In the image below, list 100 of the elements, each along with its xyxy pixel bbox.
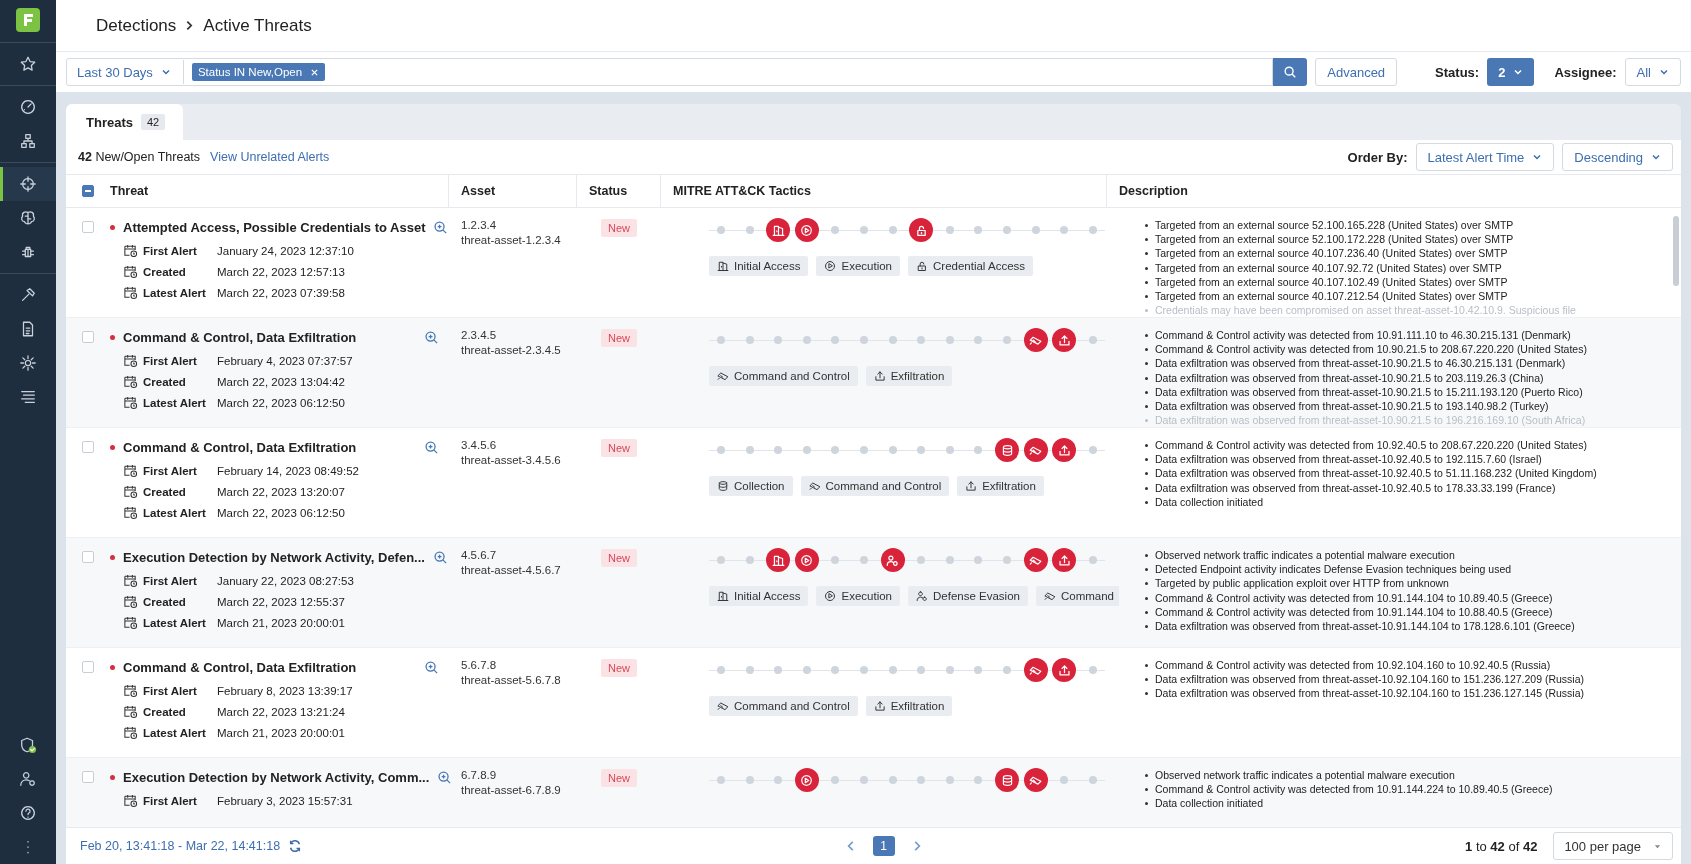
time-range: Feb 20, 13:41:18 - Mar 22, 14:41:18: [80, 839, 281, 853]
date-range-dropdown[interactable]: Last 30 Days: [77, 60, 184, 84]
date-label: First Alert: [143, 464, 198, 477]
asset-name: threat-asset-3.4.5.6: [461, 453, 562, 468]
page-size-dropdown[interactable]: 100 per page: [1553, 832, 1673, 860]
date-label: Created: [143, 595, 187, 608]
description-item: Targeted from an external source 40.107.102.49 (United States) over SMTP: [1143, 274, 1663, 289]
threats-tab[interactable]: Threats 42: [66, 104, 184, 140]
description-item: Data exfiltration was observed from threat-asset-10.91.144.104 to 178.128.6.101 (Greece): [1143, 619, 1663, 634]
breadcrumb-link[interactable]: Detections: [96, 15, 177, 36]
filter-field[interactable]: Last 30 Days Status IN New,Open: [66, 58, 1274, 86]
calendar-clock-icon: [123, 395, 138, 410]
threat-title[interactable]: Execution Detection by Network Activity, Comm...: [123, 769, 430, 785]
status-label: Status:: [1435, 64, 1480, 80]
asset-ip: 5.6.7.8: [461, 658, 498, 673]
severity-dot: [110, 774, 115, 780]
chevron-down-icon: [1513, 67, 1524, 77]
calendar-clock-icon: [123, 793, 138, 808]
status-badge: New: [601, 219, 637, 237]
search-button[interactable]: [1273, 58, 1308, 86]
date-label: First Alert: [143, 574, 198, 587]
row-checkbox[interactable]: [82, 551, 94, 563]
date-label: Latest Alert: [143, 286, 207, 299]
date-value: March 22, 2023 13:21:24: [217, 705, 345, 718]
threat-title[interactable]: Execution Detection by Network Activity, Defen...: [123, 549, 425, 565]
assignee-dropdown[interactable]: All: [1624, 58, 1681, 86]
command-and-control-icon: [1043, 590, 1056, 602]
date-label: First Alert: [143, 244, 198, 257]
tactic-tag: Exfiltration: [865, 366, 953, 386]
zoom-in-icon[interactable]: [424, 329, 439, 345]
chevron-down-icon: [160, 67, 171, 77]
description-item: Observed network traffic indicates a potential malware execution: [1143, 768, 1663, 783]
status-dropdown[interactable]: 2: [1487, 58, 1535, 86]
date-value: January 22, 2023 08:27:53: [217, 574, 354, 587]
description-item: Observed network traffic indicates a potential malware execution: [1143, 548, 1663, 563]
close-icon[interactable]: [310, 67, 320, 77]
asset-ip: 3.4.5.6: [461, 438, 498, 453]
tactic-tag: Command and Control: [709, 366, 858, 386]
initial-access-icon: [717, 260, 729, 272]
description-item: Targeted from an external source 40.107.236.40 (United States) over SMTP: [1143, 246, 1663, 261]
crosshair-icon[interactable]: [0, 167, 56, 201]
tactic-tag: Collection: [709, 476, 793, 496]
calendar-clock-icon: [123, 594, 138, 609]
description-item: Command & Control activity was detected from 10.92.40.5 to 208.67.220.220 (United States): [1143, 438, 1663, 453]
zoom-in-icon[interactable]: [432, 549, 448, 565]
zoom-in-icon[interactable]: [437, 769, 453, 785]
calendar-clock-icon: [123, 374, 138, 389]
unrelated-alerts-link[interactable]: View Unrelated Alerts: [210, 150, 330, 164]
threat-title[interactable]: Attempted Access, Possible Credentials to Asset: [123, 219, 426, 235]
execution-icon: [824, 260, 837, 272]
column-header: MITRE ATT&CK Tactics: [661, 175, 1107, 207]
row-checkbox[interactable]: [82, 661, 94, 673]
refresh-icon[interactable]: [288, 839, 303, 853]
sort-field-dropdown[interactable]: Latest Alert Time: [1415, 143, 1555, 171]
advanced-button[interactable]: Advanced: [1315, 58, 1398, 86]
scrollbar[interactable]: [1673, 216, 1679, 286]
threat-title[interactable]: Command & Control, Data Exfiltration: [123, 659, 416, 675]
logo-icon[interactable]: [16, 8, 40, 32]
description-item: Detected Endpoint activity indicates Defense Evasion techniques being used: [1143, 562, 1663, 577]
zoom-in-icon[interactable]: [433, 219, 449, 235]
tactic-tag: Execution: [816, 256, 900, 276]
description-item: Data exfiltration was observed from threat-asset-10.92.104.160 to 151.236.127.145 (Russia): [1143, 686, 1663, 701]
status-badge: New: [601, 439, 637, 457]
date-label: Latest Alert: [143, 506, 207, 519]
calendar-clock-icon: [123, 725, 138, 740]
date-value: March 21, 2023 20:00:01: [217, 726, 345, 739]
status-badge: New: [601, 549, 637, 567]
initial-access-icon: [717, 590, 729, 602]
asset-name: threat-asset-6.7.8.9: [461, 783, 562, 798]
select-all-checkbox[interactable]: [82, 185, 94, 197]
date-label: Latest Alert: [143, 726, 207, 739]
severity-dot: [110, 444, 115, 450]
chevron-down-icon: [1659, 67, 1669, 77]
assignee-label: Assignee:: [1554, 64, 1617, 80]
filter-chip[interactable]: Status IN New,Open: [191, 63, 326, 81]
page-button[interactable]: 1: [872, 836, 895, 856]
row-checkbox[interactable]: [82, 331, 94, 343]
threat-title[interactable]: Command & Control, Data Exfiltration: [123, 329, 416, 345]
chevron-down-icon: [1532, 152, 1543, 162]
asset-name: threat-asset-4.5.6.7: [461, 563, 562, 578]
date-value: February 4, 2023 07:37:57: [217, 354, 353, 367]
row-checkbox[interactable]: [82, 771, 94, 783]
date-value: January 24, 2023 12:37:10: [217, 244, 354, 257]
sort-direction-dropdown[interactable]: Descending: [1562, 143, 1673, 171]
tactic-tag: Initial Access: [709, 586, 809, 606]
row-checkbox[interactable]: [82, 221, 94, 233]
severity-dot: [110, 334, 115, 340]
asset-ip: 4.5.6.7: [461, 548, 498, 563]
command-and-control-icon: [717, 370, 729, 382]
row-checkbox[interactable]: [82, 441, 94, 453]
description-item: Command & Control activity was detected from 10.90.21.5 to 208.67.220.220 (United States): [1143, 342, 1663, 357]
tactic-tag: Defense Evasion: [908, 586, 1028, 606]
description-item: Targeted by public application exploit over HTTP from unknown: [1143, 576, 1663, 591]
zoom-in-icon[interactable]: [424, 439, 439, 455]
count-badge: 42: [140, 114, 166, 130]
tactic-tag: Execution: [816, 586, 900, 606]
zoom-in-icon[interactable]: [424, 659, 439, 675]
collection-icon: [717, 480, 729, 492]
threat-title[interactable]: Command & Control, Data Exfiltration: [123, 439, 416, 455]
severity-dot: [110, 554, 115, 560]
